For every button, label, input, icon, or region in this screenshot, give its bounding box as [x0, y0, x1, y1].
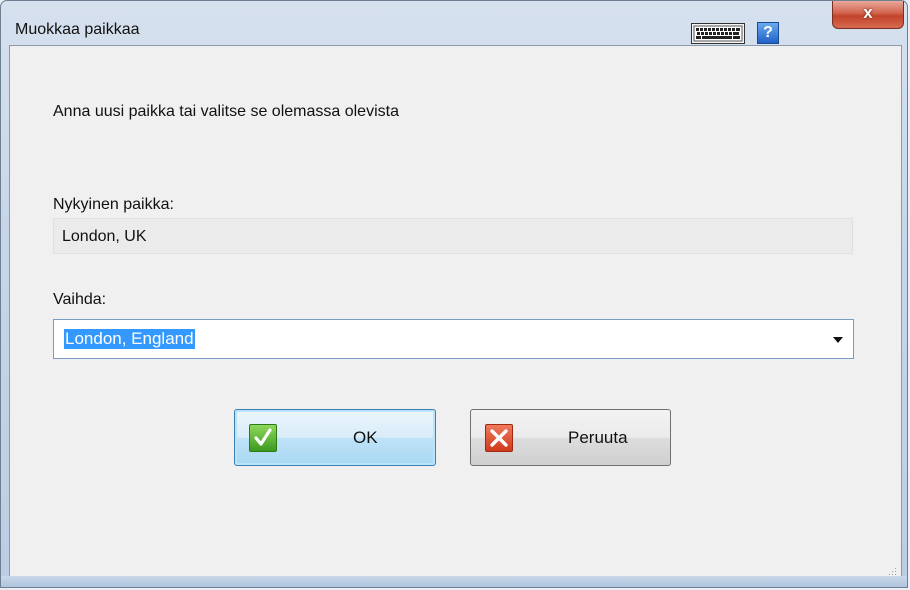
instruction-text: Anna uusi paikka tai valitse se olemassa… [53, 103, 399, 120]
location-combobox-value[interactable]: London, England [64, 329, 195, 349]
keyboard-icon[interactable] [691, 23, 745, 44]
dialog-window: Muokkaa paikkaa ? x Anna uusi paikka tai… [0, 0, 908, 588]
change-location-label: Vaihda: [53, 291, 107, 308]
close-button[interactable]: x [832, 1, 904, 29]
window-bottom-border [1, 576, 907, 587]
resize-grip-icon[interactable] [887, 563, 897, 575]
x-icon [485, 424, 513, 452]
location-combobox[interactable]: London, England [53, 319, 854, 359]
current-location-field: London, UK [53, 218, 853, 254]
checkmark-icon [249, 424, 277, 452]
dialog-content: Anna uusi paikka tai valitse se olemassa… [9, 45, 902, 578]
help-icon[interactable]: ? [757, 22, 779, 44]
cancel-button-label: Peruuta [568, 428, 628, 447]
close-icon: x [863, 3, 873, 22]
window-title: Muokkaa paikkaa [15, 21, 140, 38]
cancel-button[interactable]: Peruuta [470, 409, 671, 466]
title-bar[interactable]: Muokkaa paikkaa ? x [1, 1, 907, 45]
ok-button[interactable]: OK [234, 409, 436, 466]
chevron-down-icon[interactable] [833, 337, 843, 343]
current-location-label: Nykyinen paikka: [53, 196, 174, 213]
ok-button-label: OK [353, 428, 378, 447]
